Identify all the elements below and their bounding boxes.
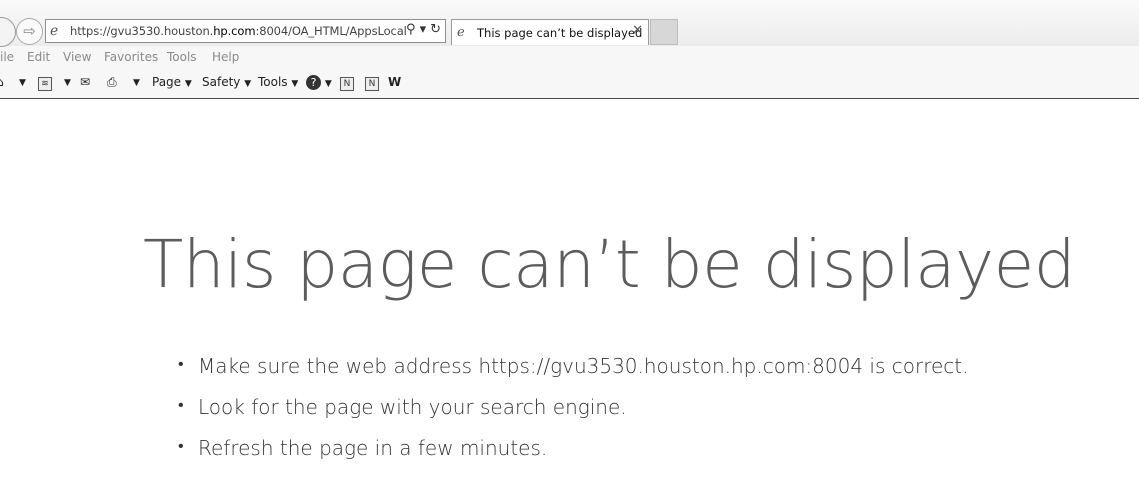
safety-menu-label: Safety bbox=[202, 75, 241, 89]
feeds-button[interactable]: ≋ bbox=[38, 75, 52, 91]
url-suffix: :8004/OA_HTML/AppsLocal bbox=[255, 24, 407, 38]
chevron-down-icon: ▼ bbox=[184, 79, 192, 89]
forward-arrow-icon: ⇨ bbox=[23, 22, 36, 40]
list-item: Make sure the web address https://gvu353… bbox=[178, 354, 969, 395]
home-dropdown-icon[interactable]: ▼ bbox=[19, 78, 26, 88]
address-tools: ⚲ ▾ ↻ bbox=[402, 22, 441, 37]
onenote-icon-2: N bbox=[365, 77, 379, 91]
mail-icon[interactable]: ✉ bbox=[80, 75, 90, 89]
suggestion-list: Make sure the web address https://gvu353… bbox=[178, 354, 969, 477]
close-tab-icon[interactable]: ✕ bbox=[632, 23, 643, 38]
search-icon[interactable]: ⚲ bbox=[406, 22, 416, 37]
page-title: This page can’t be displayed bbox=[143, 226, 1076, 303]
menu-view[interactable]: View bbox=[63, 50, 91, 64]
menu-bar: ile Edit View Favorites Tools Help bbox=[0, 46, 1139, 70]
url-prefix: https://gvu3530.houston. bbox=[70, 24, 214, 38]
onenote-linked-icon[interactable]: N bbox=[365, 75, 379, 91]
back-button[interactable] bbox=[0, 17, 16, 47]
list-item: Look for the page with your search engin… bbox=[178, 395, 969, 436]
chevron-down-icon: ▼ bbox=[291, 79, 299, 89]
safety-menu-button[interactable]: Safety ▼ bbox=[202, 75, 251, 89]
print-dropdown-icon[interactable]: ▼ bbox=[133, 78, 140, 88]
tools-menu-label: Tools bbox=[258, 75, 288, 89]
print-icon[interactable]: ⎙ bbox=[107, 75, 117, 90]
help-icon: ? bbox=[306, 75, 321, 90]
menu-favorites[interactable]: Favorites bbox=[104, 50, 158, 64]
address-bar[interactable]: ℯ https://gvu3530.houston.hp.com:8004/OA… bbox=[45, 19, 446, 43]
address-url[interactable]: https://gvu3530.houston.hp.com:8004/OA_H… bbox=[70, 24, 407, 38]
ie-tab-icon: ℯ bbox=[457, 25, 465, 40]
error-page: This page can’t be displayed Make sure t… bbox=[0, 99, 1139, 501]
onenote-icon-1: N bbox=[340, 77, 354, 91]
refresh-icon[interactable]: ↻ bbox=[430, 22, 441, 37]
list-item: Refresh the page in a few minutes. bbox=[178, 436, 969, 477]
title-bar: ⇨ ℯ https://gvu3530.houston.hp.com:8004/… bbox=[0, 0, 1139, 47]
help-button[interactable]: ? ▼ bbox=[306, 75, 332, 90]
page-menu-button[interactable]: Page ▼ bbox=[152, 75, 192, 89]
menu-tools[interactable]: Tools bbox=[167, 50, 197, 64]
rss-icon: ≋ bbox=[38, 77, 52, 91]
onenote-send-icon[interactable]: N bbox=[340, 75, 354, 91]
url-domain: hp.com bbox=[213, 24, 256, 38]
tab-active[interactable]: ℯ This page can’t be displayed ✕ bbox=[451, 19, 649, 45]
new-tab-button[interactable] bbox=[650, 19, 678, 45]
tools-menu-button[interactable]: Tools ▼ bbox=[258, 75, 298, 89]
menu-edit[interactable]: Edit bbox=[27, 50, 50, 64]
home-icon[interactable]: ⌂ bbox=[0, 75, 4, 89]
menu-help[interactable]: Help bbox=[212, 50, 239, 64]
page-menu-label: Page bbox=[152, 75, 182, 89]
addon-w-icon[interactable]: W bbox=[388, 75, 401, 89]
forward-button[interactable]: ⇨ bbox=[16, 18, 43, 45]
feeds-dropdown-icon[interactable]: ▼ bbox=[64, 78, 71, 88]
dropdown-arrow-icon[interactable]: ▾ bbox=[420, 22, 427, 37]
browser-chrome: ⇨ ℯ https://gvu3530.houston.hp.com:8004/… bbox=[0, 0, 1139, 99]
ie-page-icon: ℯ bbox=[50, 23, 59, 39]
menu-file[interactable]: ile bbox=[0, 50, 14, 64]
chevron-down-icon: ▼ bbox=[244, 79, 252, 89]
command-bar: ⌂ ▼ ≋ ▼ ✉ ⎙ ▼ Page ▼ Safety ▼ Tools ▼ ? … bbox=[0, 70, 1139, 97]
chevron-down-icon: ▼ bbox=[324, 79, 332, 89]
tab-title: This page can’t be displayed bbox=[477, 26, 643, 40]
